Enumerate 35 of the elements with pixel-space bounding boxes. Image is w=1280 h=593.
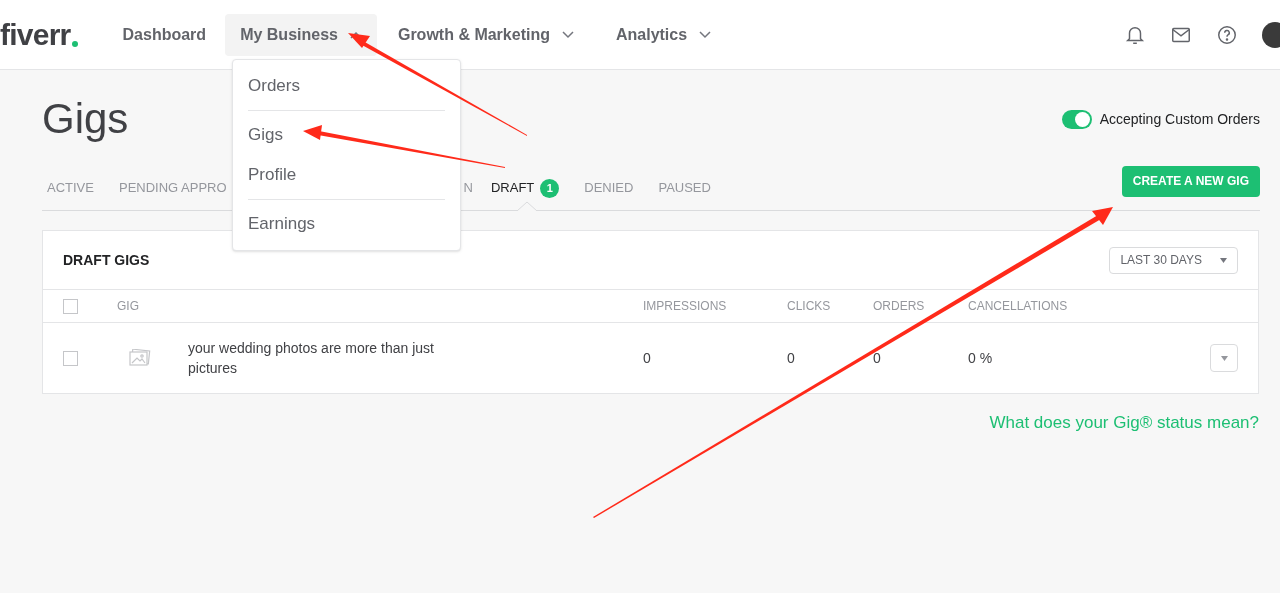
column-header: CANCELLATIONS — [968, 298, 1068, 315]
caret-icon — [1220, 257, 1227, 263]
image-placeholder-icon — [129, 349, 151, 367]
table-cell-text: 0 % — [968, 348, 994, 368]
menu-item[interactable]: Earnings — [248, 204, 445, 244]
help-icon[interactable] — [1216, 23, 1238, 46]
menu-item[interactable]: Profile — [248, 155, 445, 195]
column-header: IMPRESSIONS — [643, 298, 728, 315]
caret-icon — [1220, 355, 1228, 361]
avatar[interactable] — [1262, 21, 1280, 48]
menu-item[interactable]: Gigs — [248, 115, 445, 155]
table-cell-text: 0 — [787, 348, 796, 368]
toggle-switch[interactable] — [1061, 109, 1092, 129]
table-title: DRAFT GIGS — [63, 250, 150, 270]
nav-item[interactable]: Growth & Marketing — [382, 13, 589, 56]
chevron-icon — [699, 30, 712, 39]
gig-title[interactable]: your wedding photos are more than just pictures — [188, 338, 473, 378]
table-cell-text: 0 — [643, 348, 652, 368]
table-cell-text: 0 — [873, 348, 882, 368]
chevron-icon — [561, 30, 574, 39]
page-title: Gigs — [42, 98, 129, 140]
count-badge: 1 — [540, 178, 560, 198]
logo[interactable]: fiverr — [0, 19, 78, 50]
checkbox[interactable] — [63, 350, 78, 366]
column-header: ORDERS — [873, 298, 926, 315]
menu-item[interactable]: Orders — [248, 66, 445, 106]
checkbox[interactable] — [63, 298, 78, 314]
nav-item[interactable]: Dashboard — [107, 13, 222, 56]
column-header: CLICKS — [787, 298, 832, 315]
period-dropdown[interactable]: LAST 30 DAYS — [1109, 246, 1238, 274]
toggle-label: Accepting Custom Orders — [1099, 109, 1260, 129]
nav-item[interactable]: Analytics — [600, 13, 727, 56]
column-header: GIG — [117, 298, 140, 315]
tab[interactable]: DRAFT 1 — [490, 166, 585, 210]
nav-item[interactable]: My Business — [225, 13, 377, 56]
